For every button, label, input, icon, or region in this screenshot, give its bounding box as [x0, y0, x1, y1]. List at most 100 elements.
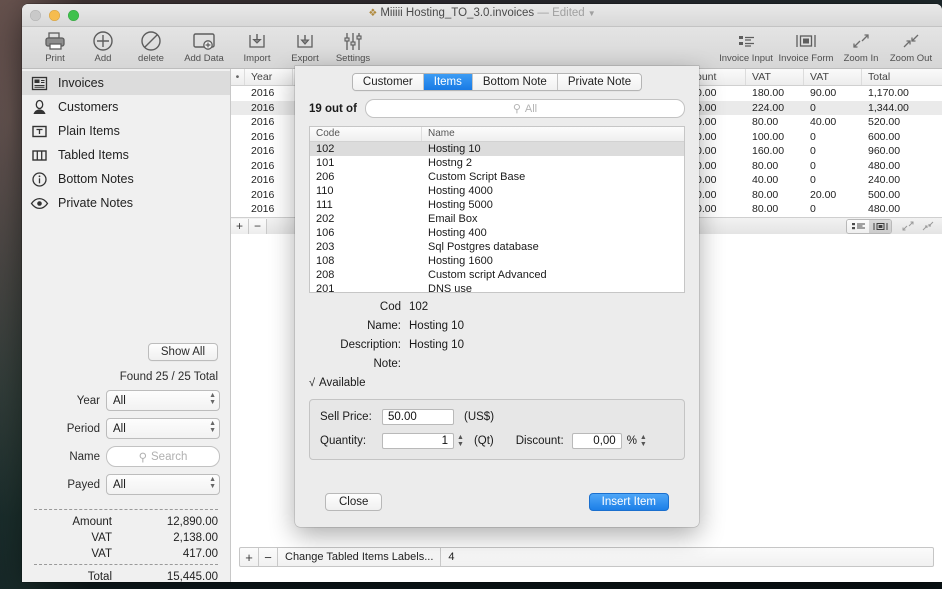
quantity-stepper[interactable]: ▲ ▼ [457, 434, 464, 448]
sidebar-item-private-notes[interactable]: Private Notes [22, 191, 230, 215]
view-mode-segmented-control[interactable] [846, 218, 892, 234]
quantity-discount-row: Quantity: 1 ▲ ▼ (Qt) Discount: 0,00 % ▲ ▼ [320, 433, 674, 449]
remove-tabled-item-button[interactable]: − [259, 550, 277, 565]
remove-row-button[interactable]: − [249, 218, 267, 234]
filter-year-select[interactable]: All ▲ ▼ [106, 390, 220, 411]
export-button[interactable]: Export [282, 28, 328, 64]
list-item[interactable]: 101 Hostng 2 [310, 156, 684, 170]
zoom-in-label: Zoom In [843, 53, 879, 64]
column-header-year[interactable]: Year [245, 69, 293, 85]
sidebar-item-bottom-notes[interactable]: Bottom Notes [22, 167, 230, 191]
discount-input[interactable]: 0,00 [571, 433, 622, 449]
column-header-total[interactable]: Total [862, 69, 942, 85]
zoom-in-small-icon[interactable] [898, 220, 918, 233]
toolbar-right-group: Invoice Input Invoice Form Zoom In Zoom … [718, 28, 934, 64]
filter-period-select[interactable]: All ▲ ▼ [106, 418, 220, 439]
item-code-value: 102 [409, 301, 429, 313]
divider [34, 509, 218, 510]
add-row-button[interactable]: + [231, 218, 249, 234]
sidebar-item-customers[interactable]: Customers [22, 95, 230, 119]
import-button[interactable]: Import [234, 28, 280, 64]
list-item[interactable]: 102 Hosting 10 [310, 142, 684, 156]
delete-button[interactable]: delete [128, 28, 174, 64]
list-item[interactable]: 208 Custom script Advanced [310, 268, 684, 282]
items-column-header-name[interactable]: Name [422, 127, 684, 141]
item-name-row: Name: Hosting 10 [309, 320, 685, 332]
price-panel: Sell Price: 50.00 (US$) Quantity: 1 ▲ ▼ (… [309, 399, 685, 460]
insert-item-button[interactable]: Insert Item [588, 493, 669, 511]
zoom-out-small-icon[interactable] [918, 220, 938, 233]
item-name-cell: Hosting 10 [428, 143, 481, 155]
list-item[interactable]: 106 Hosting 400 [310, 226, 684, 240]
items-column-header-code[interactable]: Code [310, 127, 422, 141]
cell-vat1: 160.00 [752, 145, 785, 157]
sidebar-item-tabled-items[interactable]: Tabled Items [22, 143, 230, 167]
sell-price-row: Sell Price: 50.00 (US$) [320, 409, 674, 425]
search-icon: ⚲ [512, 103, 521, 115]
item-available-checkbox[interactable]: √ Available [309, 377, 685, 389]
chevron-down-icon[interactable]: ▼ [588, 9, 596, 18]
form-view-icon[interactable] [869, 219, 891, 233]
list-item[interactable]: 203 Sql Postgres database [310, 240, 684, 254]
filter-name-placeholder: Search [151, 450, 188, 463]
item-detail: Cod 102 Name: Hosting 10 Description: Ho… [295, 293, 699, 389]
cell-total: 480.00 [868, 159, 901, 172]
sidebar-item-plain-items[interactable]: Plain Items [22, 119, 230, 143]
total-vat2-value: 417.00 [182, 548, 218, 560]
total-amount-label: Amount [72, 516, 112, 528]
column-header-marker[interactable]: • [231, 69, 245, 85]
sell-price-input[interactable]: 50.00 [382, 409, 454, 425]
items-table[interactable]: Code Name 102 Hosting 10 101 Hostng 2 206 Cus… [309, 126, 685, 293]
show-all-button[interactable]: Show All [147, 343, 218, 361]
settings-label: Settings [335, 53, 371, 64]
add-button[interactable]: Add [80, 28, 126, 64]
sidebar-item-invoices[interactable]: Invoices [22, 71, 230, 95]
tab-private-note[interactable]: Private Note [557, 74, 642, 90]
cell-vat1: 80.00 [752, 116, 779, 128]
invoice-form-button[interactable]: Invoice Form [778, 28, 834, 64]
list-item[interactable]: 108 Hosting 1600 [310, 254, 684, 268]
sidebar-item-label: Bottom Notes [58, 172, 134, 186]
discount-stepper[interactable]: ▲ ▼ [640, 434, 647, 448]
zoom-out-button[interactable]: Zoom Out [888, 28, 934, 64]
list-item[interactable]: 202 Email Box [310, 212, 684, 226]
list-view-icon[interactable] [847, 219, 869, 233]
list-item[interactable]: 110 Hosting 4000 [310, 184, 684, 198]
add-tabled-item-button[interactable]: + [240, 550, 258, 565]
filter-year-value: All [113, 394, 126, 407]
tab-items[interactable]: Items [423, 74, 473, 90]
filter-payed-select[interactable]: All ▲ ▼ [106, 474, 220, 495]
sidebar-nav: Invoices Customers Plain Items Tabled It… [22, 69, 230, 215]
filter-name-search-input[interactable]: ⚲ Search [106, 446, 220, 467]
column-header-vat1[interactable]: VAT [746, 69, 804, 85]
list-item[interactable]: 111 Hosting 5000 [310, 198, 684, 212]
zoom-out-icon [900, 30, 922, 52]
title-bar[interactable]: ❖ Miiiii Hosting_TO_3.0.invoices — Edited… [22, 4, 942, 27]
item-available-label: Available [319, 377, 366, 389]
percent-label: % [626, 435, 637, 447]
invoice-input-button[interactable]: Invoice Input [718, 28, 774, 64]
discount-label: Discount: [515, 435, 564, 447]
close-button[interactable]: Close [325, 493, 383, 511]
filter-year: Year All ▲ ▼ [22, 390, 230, 411]
print-button[interactable]: Print [32, 28, 78, 64]
zoom-in-button[interactable]: Zoom In [838, 28, 884, 64]
document-icon: ❖ [368, 8, 378, 19]
tab-customer[interactable]: Customer [352, 74, 424, 90]
filter-year-label: Year [76, 394, 100, 407]
items-search-input[interactable]: ⚲ All [364, 99, 685, 118]
list-item[interactable]: 201 DNS use [310, 282, 684, 293]
tab-bottom-note[interactable]: Bottom Note [472, 74, 558, 90]
column-header-vat2[interactable]: VAT [804, 69, 862, 85]
change-tabled-items-labels-button[interactable]: Change Tabled Items Labels... [278, 551, 440, 563]
settings-button[interactable]: Settings [330, 28, 376, 64]
quantity-input[interactable]: 1 [382, 433, 454, 449]
chevron-updown-icon: ▲ ▼ [209, 476, 216, 490]
zoom-in-icon [850, 30, 872, 52]
add-data-button[interactable]: Add Data [176, 28, 232, 64]
list-item[interactable]: 206 Custom Script Base [310, 170, 684, 184]
filter-payed-value: All [113, 478, 126, 491]
results-count-label: 19 out of [309, 102, 357, 115]
item-name-cell: DNS use [428, 283, 473, 293]
